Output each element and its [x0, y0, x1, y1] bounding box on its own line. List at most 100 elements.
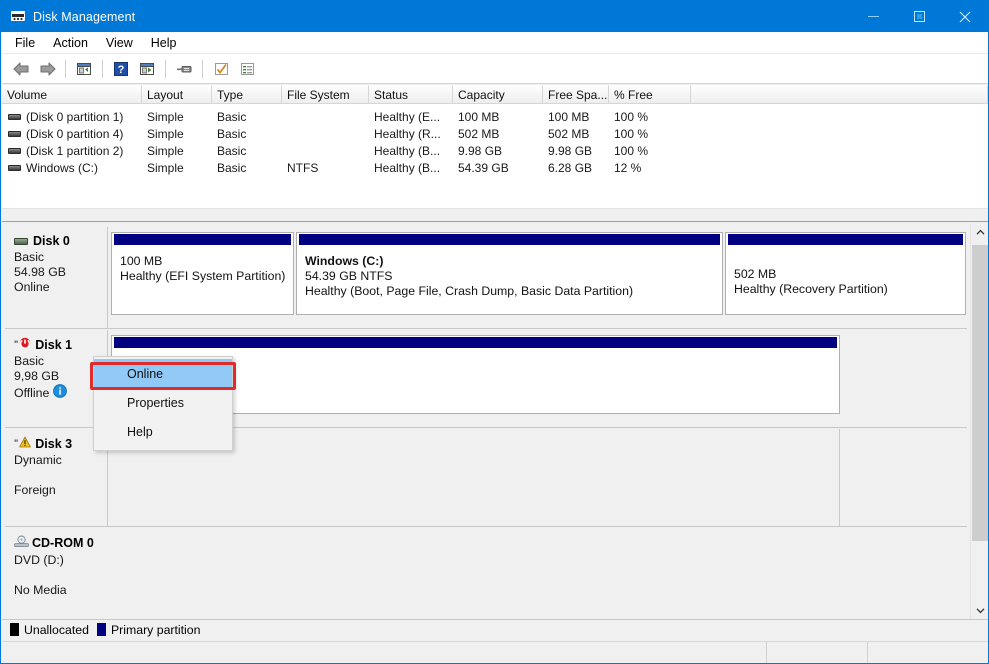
hard-disk-icon — [14, 238, 28, 245]
toolbar-separator — [102, 60, 103, 78]
unallocated-swatch — [10, 623, 19, 636]
partition-color-bar — [298, 234, 721, 245]
context-menu-item-help[interactable]: Help — [94, 417, 232, 446]
minimize-button[interactable] — [850, 1, 896, 32]
up-one-level-icon[interactable] — [72, 57, 96, 81]
back-icon[interactable] — [9, 57, 33, 81]
scrollbar-thumb[interactable] — [972, 245, 988, 541]
percent-free-cell: 12 % — [609, 161, 691, 175]
disk-info-cdrom-0[interactable]: CD-ROM 0 DVD (D:) No Media — [5, 528, 108, 619]
properties-icon[interactable] — [209, 57, 233, 81]
rescan-disks-icon[interactable] — [172, 57, 196, 81]
volume-cell: (Disk 0 partition 4) — [2, 127, 142, 141]
volume-list-horizontal-scrollbar[interactable] — [2, 208, 988, 221]
toolbar-separator — [65, 60, 66, 78]
table-row[interactable]: (Disk 1 partition 2) Simple Basic Health… — [2, 142, 988, 159]
menu-item-help[interactable]: Help — [142, 34, 186, 52]
disk-state: Offline — [14, 386, 49, 401]
layout-cell: Simple — [142, 127, 212, 141]
table-row[interactable]: (Disk 0 partition 1) Simple Basic Health… — [2, 108, 988, 125]
volume-label: (Disk 0 partition 1) — [26, 110, 123, 124]
column-header-layout[interactable]: Layout — [142, 85, 212, 103]
partition-efi[interactable]: 100 MB Healthy (EFI System Partition) — [111, 232, 294, 315]
close-button[interactable] — [942, 1, 988, 32]
menu-bar: File Action View Help — [2, 32, 988, 54]
disk-row-cdrom-0[interactable]: CD-ROM 0 DVD (D:) No Media — [5, 528, 967, 619]
disk-partitions-disk-0: 100 MB Healthy (EFI System Partition) Wi… — [108, 227, 967, 328]
scrollbar-thumb[interactable] — [2, 210, 942, 221]
disk-name: Disk 3 — [35, 437, 72, 451]
column-header-capacity[interactable]: Capacity — [453, 85, 543, 103]
volume-list[interactable]: Volume Layout Type File System Status Ca… — [2, 85, 988, 222]
menu-item-action[interactable]: Action — [44, 34, 97, 52]
volume-icon — [8, 148, 21, 154]
column-header-file-system[interactable]: File System — [282, 85, 369, 103]
column-header-volume[interactable]: Volume — [2, 85, 142, 103]
disk-title-cdrom-0: CD-ROM 0 — [14, 535, 108, 551]
volume-cell: Windows (C:) — [2, 161, 142, 175]
disk-info-disk-0[interactable]: Disk 0 Basic 54.98 GB Online — [5, 227, 108, 328]
maximize-button[interactable] — [896, 1, 942, 32]
disk-partitions-cdrom-0 — [108, 528, 967, 619]
partition-windows-c[interactable]: Windows (C:) 54.39 GB NTFS Healthy (Boot… — [296, 232, 723, 315]
show-action-pane-icon[interactable] — [135, 57, 159, 81]
context-menu-item-properties[interactable]: Properties — [94, 388, 232, 417]
volume-cell: (Disk 1 partition 2) — [2, 144, 142, 158]
table-row[interactable]: Windows (C:) Simple Basic NTFS Healthy (… — [2, 159, 988, 176]
partition-color-bar — [113, 337, 838, 348]
menu-item-view[interactable]: View — [97, 34, 142, 52]
percent-free-cell: 100 % — [609, 110, 691, 124]
graphical-view-vertical-scrollbar[interactable] — [970, 223, 988, 619]
toolbar-separator — [202, 60, 203, 78]
toolbar-separator — [165, 60, 166, 78]
status-panel-tertiary — [867, 642, 988, 664]
disk-tick-icon: " — [14, 340, 18, 349]
volume-icon — [8, 114, 21, 120]
partition-recovery[interactable]: 502 MB Healthy (Recovery Partition) — [725, 232, 966, 315]
legend: Unallocated Primary partition — [2, 619, 988, 639]
partition-line2: Healthy (Recovery Partition) — [726, 282, 965, 297]
title-bar: Disk Management — [1, 1, 988, 32]
volume-label: (Disk 0 partition 4) — [26, 127, 123, 141]
column-header-free-space[interactable]: Free Spa... — [543, 85, 609, 103]
scroll-down-button[interactable] — [971, 601, 989, 619]
legend-item-primary-partition: Primary partition — [97, 623, 201, 637]
context-menu[interactable]: Online Properties Help — [93, 356, 233, 451]
help-icon[interactable]: ? — [109, 57, 133, 81]
free-space-cell: 100 MB — [543, 110, 609, 124]
window-title: Disk Management — [33, 10, 135, 24]
list-view-icon[interactable] — [235, 57, 259, 81]
partition-line1: 502 MB — [726, 245, 965, 282]
status-cell: Healthy (B... — [369, 144, 453, 158]
status-panel-main — [2, 642, 766, 664]
free-space-cell: 9.98 GB — [543, 144, 609, 158]
status-bar — [2, 641, 988, 663]
partition-title: Windows (C:) — [297, 245, 722, 269]
context-menu-item-online[interactable]: Online — [94, 359, 232, 388]
disk-state: Online — [14, 280, 107, 295]
percent-free-cell: 100 % — [609, 127, 691, 141]
table-row[interactable]: (Disk 0 partition 4) Simple Basic Health… — [2, 125, 988, 142]
partition-color-bar — [113, 234, 292, 245]
column-header-percent-free[interactable]: % Free — [609, 85, 691, 103]
disk-error-icon — [19, 337, 31, 352]
layout-cell: Simple — [142, 144, 212, 158]
status-panel-secondary — [766, 642, 867, 664]
column-header-type[interactable]: Type — [212, 85, 282, 103]
disk-size: 54.98 GB — [14, 265, 107, 280]
menu-item-file[interactable]: File — [6, 34, 44, 52]
info-icon[interactable] — [53, 384, 67, 402]
window-buttons — [850, 1, 988, 32]
scroll-up-button[interactable] — [971, 223, 989, 241]
type-cell: Basic — [212, 127, 282, 141]
disk-warning-icon — [19, 436, 31, 451]
volume-list-header: Volume Layout Type File System Status Ca… — [2, 85, 988, 104]
status-cell: Healthy (E... — [369, 110, 453, 124]
capacity-cell: 502 MB — [453, 127, 543, 141]
column-header-status[interactable]: Status — [369, 85, 453, 103]
disk-row-disk-0[interactable]: Disk 0 Basic 54.98 GB Online 100 MB Heal… — [5, 227, 967, 329]
forward-icon[interactable] — [35, 57, 59, 81]
capacity-cell: 100 MB — [453, 110, 543, 124]
disk-name: Disk 0 — [33, 234, 70, 248]
volume-icon — [8, 165, 21, 171]
